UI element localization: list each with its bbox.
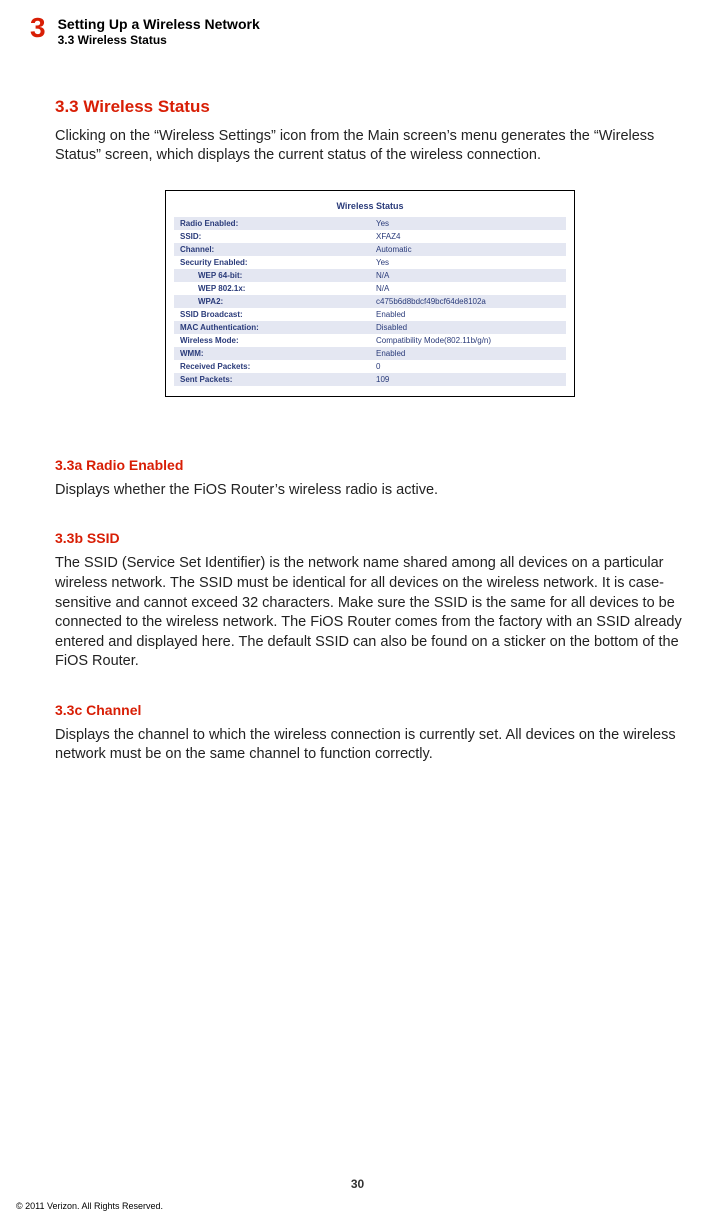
row-value: Yes bbox=[370, 256, 566, 269]
section-label: 3.3 Wireless Status bbox=[58, 33, 260, 47]
row-label: Channel: bbox=[174, 243, 370, 256]
row-value: 109 bbox=[370, 373, 566, 386]
intro-paragraph: Clicking on the “Wireless Settings” icon… bbox=[55, 127, 685, 166]
row-label: Radio Enabled: bbox=[174, 217, 370, 230]
row-value: Enabled bbox=[370, 347, 566, 360]
subsection: 3.3b SSID The SSID (Service Set Identifie… bbox=[55, 530, 685, 671]
table-row: WEP 802.1x:N/A bbox=[174, 282, 566, 295]
row-value: Yes bbox=[370, 217, 566, 230]
figure-title: Wireless Status bbox=[174, 201, 566, 211]
chapter-title: Setting Up a Wireless Network bbox=[58, 16, 260, 33]
row-value: c475b6d8bdcf49bcf64de8102a bbox=[370, 295, 566, 308]
header-text: Setting Up a Wireless Network 3.3 Wirele… bbox=[58, 14, 260, 47]
table-row: WEP 64-bit:N/A bbox=[174, 269, 566, 282]
table-row: Channel:Automatic bbox=[174, 243, 566, 256]
row-label: WPA2: bbox=[174, 295, 370, 308]
row-label: WEP 802.1x: bbox=[174, 282, 370, 295]
table-row: SSID:XFAZ4 bbox=[174, 230, 566, 243]
subsection-heading: 3.3c Channel bbox=[55, 702, 685, 718]
subsection-text: Displays the channel to which the wirele… bbox=[55, 726, 685, 765]
table-row: Sent Packets:109 bbox=[174, 373, 566, 386]
subsection: 3.3a Radio Enabled Displays whether the F… bbox=[55, 457, 685, 501]
subsection: 3.3c Channel Displays the channel to whic… bbox=[55, 702, 685, 765]
subsection-text: Displays whether the FiOS Router’s wirel… bbox=[55, 481, 685, 501]
subsection-heading: 3.3b SSID bbox=[55, 530, 685, 546]
row-label: SSID Broadcast: bbox=[174, 308, 370, 321]
wireless-status-figure: Wireless Status Radio Enabled:YesSSID:XF… bbox=[165, 190, 575, 397]
row-value: XFAZ4 bbox=[370, 230, 566, 243]
table-row: Radio Enabled:Yes bbox=[174, 217, 566, 230]
status-table: Radio Enabled:YesSSID:XFAZ4Channel:Autom… bbox=[174, 217, 566, 386]
row-label: SSID: bbox=[174, 230, 370, 243]
page-number: 30 bbox=[0, 1177, 715, 1191]
row-value: Enabled bbox=[370, 308, 566, 321]
row-value: N/A bbox=[370, 269, 566, 282]
row-value: N/A bbox=[370, 282, 566, 295]
page-header: 3 Setting Up a Wireless Network 3.3 Wire… bbox=[0, 0, 715, 47]
section-heading: 3.3 Wireless Status bbox=[55, 97, 685, 117]
row-label: WMM: bbox=[174, 347, 370, 360]
row-value: 0 bbox=[370, 360, 566, 373]
row-label: WEP 64-bit: bbox=[174, 269, 370, 282]
table-row: Received Packets:0 bbox=[174, 360, 566, 373]
content: 3.3 Wireless Status Clicking on the “Wir… bbox=[0, 47, 715, 765]
row-label: Sent Packets: bbox=[174, 373, 370, 386]
row-label: Security Enabled: bbox=[174, 256, 370, 269]
table-row: WMM:Enabled bbox=[174, 347, 566, 360]
row-value: Automatic bbox=[370, 243, 566, 256]
table-row: Security Enabled:Yes bbox=[174, 256, 566, 269]
row-value: Compatibility Mode(802.11b/g/n) bbox=[370, 334, 566, 347]
row-label: Received Packets: bbox=[174, 360, 370, 373]
chapter-number: 3 bbox=[30, 14, 46, 42]
table-row: SSID Broadcast:Enabled bbox=[174, 308, 566, 321]
row-label: MAC Authentication: bbox=[174, 321, 370, 334]
table-row: MAC Authentication:Disabled bbox=[174, 321, 566, 334]
row-value: Disabled bbox=[370, 321, 566, 334]
row-label: Wireless Mode: bbox=[174, 334, 370, 347]
table-row: WPA2:c475b6d8bdcf49bcf64de8102a bbox=[174, 295, 566, 308]
subsection-text: The SSID (Service Set Identifier) is the… bbox=[55, 554, 685, 671]
subsection-heading: 3.3a Radio Enabled bbox=[55, 457, 685, 473]
figure-wrap: Wireless Status Radio Enabled:YesSSID:XF… bbox=[55, 190, 685, 397]
copyright: © 2011 Verizon. All Rights Reserved. bbox=[16, 1201, 163, 1211]
table-row: Wireless Mode:Compatibility Mode(802.11b… bbox=[174, 334, 566, 347]
